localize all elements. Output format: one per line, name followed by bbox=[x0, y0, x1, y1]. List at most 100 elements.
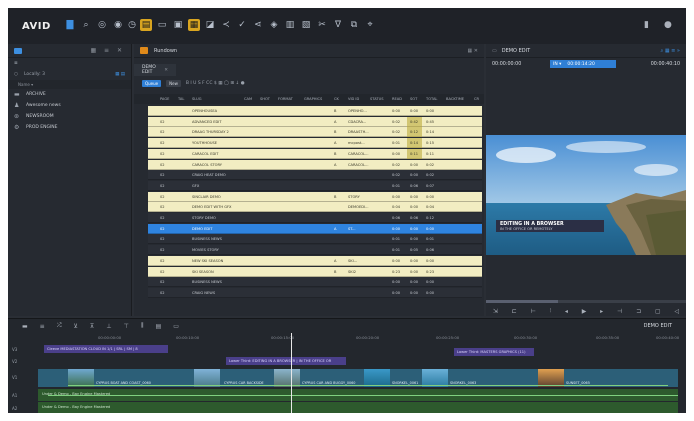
rundown-row[interactable]: 02 SKI SEASON B SKI2 0:23 0:00 0:23 bbox=[148, 266, 482, 277]
database-icon[interactable]: ▭ bbox=[156, 19, 168, 31]
close-icon[interactable]: ✕ bbox=[164, 68, 168, 73]
cell-slug[interactable]: DEMO EDIT WITH GFX bbox=[192, 205, 232, 209]
track-a2-clip[interactable]: Under & Demo - Bay Engine Mastered bbox=[38, 402, 678, 413]
folder-icon[interactable] bbox=[14, 47, 22, 54]
track-label-v2[interactable]: V2 bbox=[12, 359, 17, 364]
audio-icon[interactable]: ⫼ bbox=[141, 322, 144, 330]
menu-icon[interactable]: ≣ bbox=[14, 61, 18, 66]
col-slug[interactable]: SLUG bbox=[192, 97, 202, 101]
network-icon[interactable]: ⧉ bbox=[348, 19, 360, 31]
cell-slug[interactable]: GFX bbox=[192, 184, 199, 188]
col-vid-id[interactable]: VID ID bbox=[348, 97, 359, 101]
rundown-row[interactable]: 02 MOVIES STORY 0:01 0:05 0:06 bbox=[148, 245, 482, 256]
tc-current-field[interactable]: IN ▾ 00:00:14:20 bbox=[550, 60, 616, 68]
cell-slug[interactable]: DEMO EDIT bbox=[192, 227, 212, 231]
extract-icon[interactable]: ⊤ bbox=[124, 323, 129, 330]
rundown-row[interactable]: OPENHOUSEA B OPENHO... 0:00 0:00 0:00 bbox=[148, 106, 482, 116]
timeline-ruler[interactable]: 00:00:00:00 00:00:10:00 00:00:15:00 00:0… bbox=[36, 333, 686, 343]
preview-controls-icon[interactable]: ⌕ ▦ ≡ » bbox=[660, 48, 680, 54]
track-label-v3[interactable]: V3 bbox=[12, 347, 17, 352]
cell-slug[interactable]: OPENHOUSEA bbox=[192, 109, 217, 113]
left-item-prod-engine[interactable]: ⚙ PROD ENGINE bbox=[8, 122, 131, 133]
mark-out-icon[interactable]: ⊣ bbox=[617, 308, 622, 315]
timeline-playhead[interactable] bbox=[291, 333, 292, 413]
cell-slug[interactable]: DRAAG THURSDAY 2 bbox=[192, 130, 229, 134]
clip-v3[interactable]: Cleeve MEDIASTATION CLOUD IN 1/1 | SRL |… bbox=[44, 345, 168, 353]
scissors-icon[interactable]: ✂ bbox=[316, 19, 328, 31]
lift-icon[interactable]: ⊼ bbox=[90, 323, 94, 330]
new-button[interactable]: New bbox=[166, 79, 181, 87]
col-backtime[interactable]: BACKTIME bbox=[446, 97, 464, 101]
rundown-row[interactable]: 02 DEMO EDIT WITH GFX DEMOEDI... 0:04 0:00 0:… bbox=[148, 202, 482, 213]
cell-slug[interactable]: NEW SKI SEASON bbox=[192, 259, 223, 263]
left-item-archive[interactable]: ▬ ARCHIVE bbox=[8, 89, 131, 100]
gfx-icon[interactable]: ▤ bbox=[156, 323, 162, 330]
check-icon[interactable]: ✓ bbox=[236, 19, 248, 31]
location-label[interactable]: Locally: 3 bbox=[24, 72, 45, 77]
rundown-row[interactable]: 02 YOUTHHOUSE Amcpost... 0:01 0:14 0:15 bbox=[148, 138, 482, 149]
track-label-a1[interactable]: A1 bbox=[12, 393, 17, 398]
cell-slug[interactable]: BUSINESS NEWS bbox=[192, 280, 222, 284]
col-ck[interactable]: CK bbox=[334, 97, 339, 101]
step-back-icon[interactable]: ⦙ bbox=[550, 307, 551, 315]
rundown-row[interactable]: 02 BUSINESS NEWS 0:00 0:00 0:00 bbox=[148, 277, 482, 288]
col-read[interactable]: READ bbox=[392, 97, 402, 101]
monitor-icon[interactable]: ▦ bbox=[188, 19, 200, 31]
play-icon[interactable]: ▶ bbox=[582, 308, 587, 315]
rundown-row[interactable]: 02 SINCLAIR DEMO B STORY 0:00 0:00 0:00 bbox=[148, 191, 482, 202]
mark-in-icon[interactable]: ⇲ bbox=[493, 308, 498, 315]
share-icon[interactable]: ◪ bbox=[204, 19, 216, 31]
cell-slug[interactable]: SKI SEASON bbox=[192, 270, 214, 274]
link-icon[interactable]: ≺ bbox=[220, 19, 232, 31]
mixer-icon[interactable]: ◈ bbox=[268, 19, 280, 31]
rewind-icon[interactable]: ◂ bbox=[565, 308, 568, 315]
format-tools[interactable]: B I U S F CC $ ▦ ◯ ⊞ ↓ ● bbox=[186, 81, 245, 86]
forward-icon[interactable]: ▸ bbox=[600, 308, 603, 315]
menu-icon[interactable]: ≡ bbox=[40, 323, 45, 330]
user-avatar-icon[interactable]: ● bbox=[664, 20, 672, 30]
rundown-row[interactable]: 02 CRAIG NEWS 0:00 0:00 0:00 bbox=[148, 287, 482, 298]
col-shot[interactable]: SHOT bbox=[260, 97, 270, 101]
arrow-icon[interactable]: ⋖ bbox=[252, 19, 264, 31]
mark-clip-icon[interactable]: ⊏ bbox=[512, 308, 517, 315]
video-preview[interactable]: EDITING IN A BROWSER IN THE OFFICE OR RE… bbox=[486, 135, 686, 255]
rundown-row[interactable]: 02 STORY DEMO 0:06 0:06 0:12 bbox=[148, 213, 482, 223]
filter-icon[interactable]: ∇ bbox=[332, 19, 344, 31]
cell-slug[interactable]: CRAIG HEAT DEMO bbox=[192, 173, 226, 177]
cell-slug[interactable]: STORY DEMO bbox=[192, 216, 216, 220]
clip-v2-lower-third[interactable]: Lower Third: EDITING IN A BROWSER | IN T… bbox=[226, 357, 346, 365]
folder-icon[interactable]: ▇ bbox=[64, 19, 76, 31]
volume-icon[interactable]: ◁ bbox=[674, 308, 679, 315]
rundown-row[interactable]: 02 DEMO EDIT A ST... 0:00 0:00 0:00 bbox=[148, 223, 482, 234]
col-format[interactable]: FORMAT bbox=[278, 97, 293, 101]
split-icon[interactable]: ⤮ bbox=[57, 322, 62, 330]
col-status[interactable]: STATUS bbox=[370, 97, 383, 101]
left-item-awesome-news[interactable]: ♟ Awesome news bbox=[8, 100, 131, 111]
loop-icon[interactable]: ⊐ bbox=[636, 308, 641, 315]
rundown-icon[interactable]: ▤ bbox=[140, 19, 152, 31]
more-icon[interactable]: ⌖ bbox=[364, 19, 376, 31]
panel-controls-icon[interactable]: ▦ ≡ ✕ bbox=[90, 47, 125, 54]
rundown-row[interactable]: 02 BUSINESS NEWS 0:01 0:00 0:01 bbox=[148, 234, 482, 245]
col-tal[interactable]: TAL bbox=[178, 97, 184, 101]
tc-mode[interactable]: IN ▾ bbox=[553, 62, 561, 67]
col-graphics[interactable]: GRAPHICS bbox=[304, 97, 322, 101]
story-icon[interactable]: ▣ bbox=[172, 19, 184, 31]
track-label-v1[interactable]: V1 bbox=[12, 375, 17, 380]
panel-controls-icon[interactable]: ▦ ✕ bbox=[467, 48, 478, 54]
rundown-row[interactable]: 02 CARACOL STORY A CARACOL... 0:02 0:00 0:02 bbox=[148, 159, 482, 170]
grid-icon[interactable]: ▥ bbox=[284, 19, 296, 31]
go-to-in-icon[interactable]: ⊢ bbox=[531, 308, 536, 315]
cell-slug[interactable]: CRAIG NEWS bbox=[192, 291, 215, 295]
cell-slug[interactable]: YOUTHHOUSE bbox=[192, 141, 217, 145]
cell-slug[interactable]: SINCLAIR DEMO bbox=[192, 195, 221, 199]
cell-slug[interactable]: BUSINESS NEWS bbox=[192, 237, 222, 241]
rundown-row[interactable]: 02 ADVANCED EDIT A CDACRA... 0:02 0:42 0:45 bbox=[148, 116, 482, 127]
left-item-newsroom[interactable]: ⊛ NEWSROOM bbox=[8, 111, 131, 122]
settings-icon[interactable]: ▭ bbox=[173, 323, 179, 330]
col-cr[interactable]: CR bbox=[474, 97, 479, 101]
rundown-row[interactable]: 02 CARACOL EDIT B CARACOL... 0:00 0:11 0:11 bbox=[148, 148, 482, 159]
clip-v2-graphics[interactable]: Lower Third: MASTERS GRAPHICS (11) bbox=[454, 348, 534, 356]
col-total[interactable]: TOTAL bbox=[426, 97, 437, 101]
cell-slug[interactable]: MOVIES STORY bbox=[192, 248, 219, 252]
